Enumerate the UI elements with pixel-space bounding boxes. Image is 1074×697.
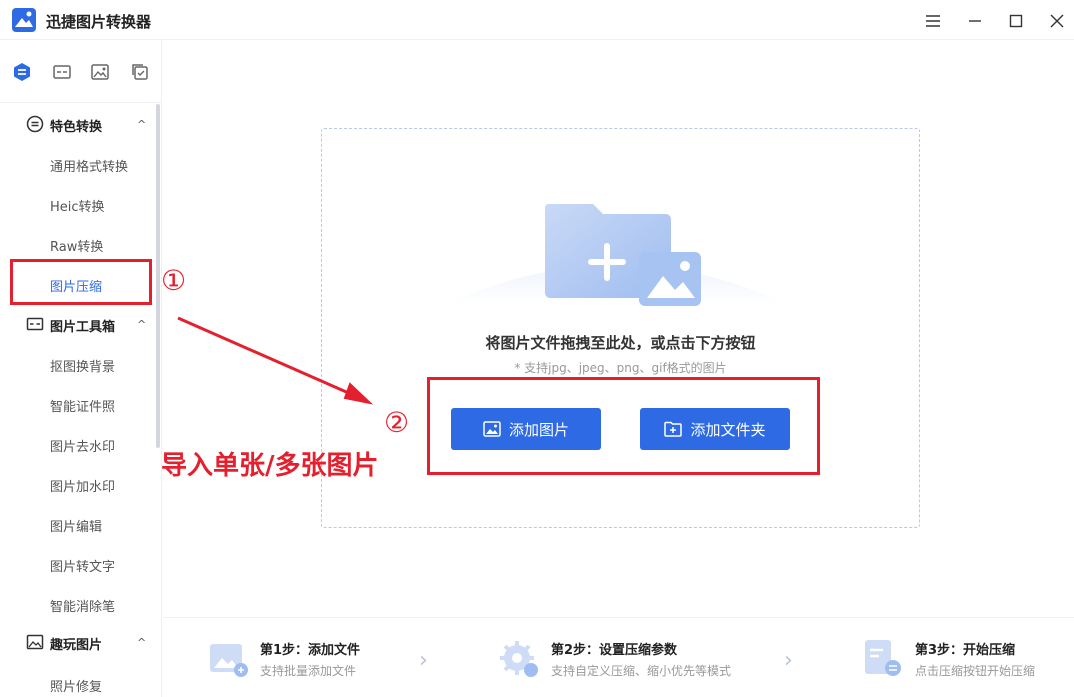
minimize-icon[interactable] (961, 8, 989, 34)
image-tab-icon[interactable] (90, 62, 110, 82)
sidebar-item-label: Raw转换 (50, 240, 104, 255)
sidebar-item-add-watermark[interactable]: 图片加水印 (0, 464, 156, 504)
chevron-up-icon: ^ (137, 318, 147, 331)
chevron-up-icon: ^ (137, 118, 147, 131)
sidebar-item-label: 通用格式转换 (50, 160, 129, 175)
sidebar-item-label: 智能证件照 (50, 400, 116, 415)
close-icon[interactable] (1043, 8, 1071, 34)
annotation-marker-1: ① (161, 264, 187, 297)
group-header-toolbox[interactable]: 图片工具箱 ^ (0, 306, 156, 342)
annotation-box-2 (427, 377, 820, 475)
sidebar-item-label: 抠图换背景 (50, 360, 116, 375)
settings-step-icon (500, 641, 538, 677)
sidebar-item-edit[interactable]: 图片编辑 (0, 504, 156, 544)
step-title: 第2步：设置压缩参数 (551, 643, 678, 658)
sidebar-item-ocr[interactable]: 图片转文字 (0, 544, 156, 584)
add-file-step-icon (210, 644, 248, 677)
app-logo-icon (12, 8, 36, 32)
image-icon (26, 634, 44, 650)
step-desc: 支持批量添加文件 (260, 664, 357, 678)
title-bar: 迅捷图片转换器 (0, 0, 1074, 40)
sidebar-item-label: 图片转文字 (50, 560, 116, 575)
chevron-right-icon: › (784, 648, 793, 673)
sidebar-item-label: 图片去水印 (50, 440, 116, 455)
sidebar-item-id-photo[interactable]: 智能证件照 (0, 384, 156, 424)
sidebar-item-label: Heic转换 (50, 200, 105, 215)
menu-icon[interactable] (919, 8, 947, 34)
copy-tab-icon[interactable] (130, 62, 150, 82)
group-label: 趣玩图片 (50, 638, 103, 653)
step-desc: 点击压缩按钮开始压缩 (915, 664, 1036, 678)
convert-icon (26, 115, 44, 133)
sidebar-item-eraser[interactable]: 智能消除笔 (0, 584, 156, 624)
sidebar-item-label: 照片修复 (50, 680, 103, 695)
sidebar-item-label: 智能消除笔 (50, 600, 116, 615)
annotation-caption: 导入单张/多张图片 (161, 451, 379, 481)
maximize-icon[interactable] (1002, 8, 1030, 34)
sidebar-item-format-convert[interactable]: 通用格式转换 (0, 144, 156, 184)
drop-hint: 将图片文件拖拽至此处，或点击下方按钮 (485, 334, 756, 352)
sidebar-item-raw[interactable]: Raw转换 (0, 224, 156, 264)
group-header-features[interactable]: 特色转换 ^ (0, 106, 156, 142)
toolbox-tab-icon[interactable] (52, 62, 72, 82)
sidebar-item-photo-repair[interactable]: 照片修复 (0, 664, 156, 697)
step-title: 第3步：开始压缩 (915, 643, 1016, 658)
sidebar-item-label: 图片加水印 (50, 480, 116, 495)
annotation-box-1 (10, 259, 152, 305)
sidebar-item-remove-watermark[interactable]: 图片去水印 (0, 424, 156, 464)
group-label: 图片工具箱 (50, 320, 116, 335)
app-title: 迅捷图片转换器 (46, 13, 152, 31)
sidebar-item-cutout[interactable]: 抠图换背景 (0, 344, 156, 384)
sidebar-item-heic[interactable]: Heic转换 (0, 184, 156, 224)
group-header-fun[interactable]: 趣玩图片 ^ (0, 624, 156, 660)
sidebar-icon-tabs (0, 54, 161, 90)
annotation-marker-2: ② (384, 406, 410, 439)
sidebar: 特色转换 ^ 通用格式转换 Heic转换 Raw转换 图片压缩 图片工具箱 ^ … (0, 40, 162, 697)
step-desc: 支持自定义压缩、缩小优先等模式 (551, 664, 732, 678)
convert-tab-icon[interactable] (12, 62, 32, 82)
sidebar-item-label: 图片编辑 (50, 520, 103, 535)
group-label: 特色转换 (50, 120, 103, 135)
sidebar-divider (0, 102, 161, 103)
chevron-right-icon: › (419, 648, 428, 673)
compress-step-icon (865, 640, 901, 676)
chevron-up-icon: ^ (137, 636, 147, 649)
supported-formats: * 支持jpg、jpeg、png、gif格式的图片 (514, 361, 727, 375)
folder-add-icon (447, 204, 787, 306)
toolbox-icon (26, 317, 44, 331)
sidebar-scrollbar[interactable] (156, 104, 160, 448)
step-title: 第1步：添加文件 (260, 643, 361, 658)
